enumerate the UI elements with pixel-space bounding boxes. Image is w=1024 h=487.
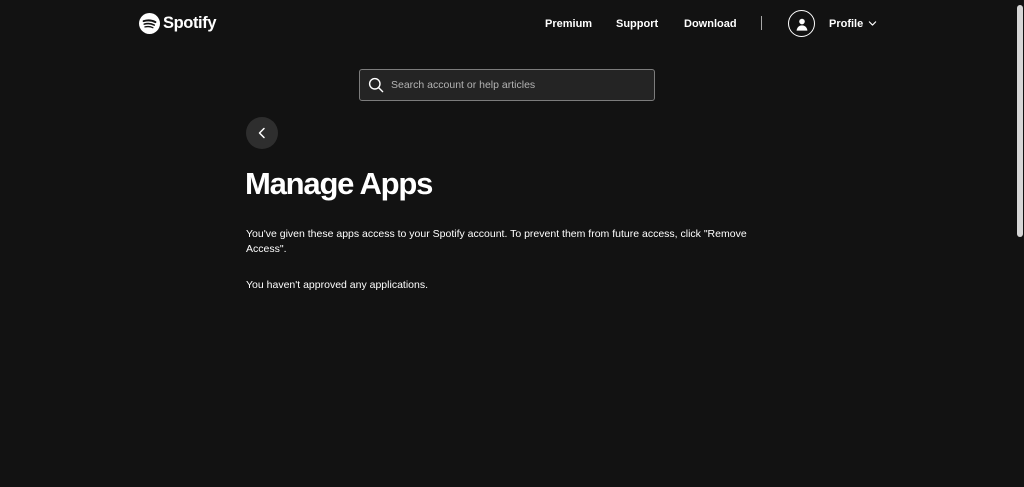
nav-premium-link[interactable]: Premium [545, 17, 592, 31]
search-icon [368, 77, 384, 93]
page: Spotify Premium Support Download Profile [0, 0, 1024, 487]
user-icon [796, 18, 807, 31]
scrollbar[interactable] [1015, 0, 1024, 487]
brand-name: Spotify [163, 14, 217, 32]
page-title: Manage Apps [245, 166, 433, 201]
chevron-down-icon [868, 21, 877, 26]
profile-label: Profile [829, 17, 864, 30]
nav-download-link[interactable]: Download [684, 17, 737, 31]
empty-state-message: You haven't approved any applications. [246, 279, 429, 291]
top-nav: Spotify Premium Support Download Profile [0, 0, 1015, 48]
page-description: You've given these apps access to your S… [246, 228, 747, 255]
chevron-left-icon [258, 127, 265, 139]
spotify-icon [139, 13, 160, 34]
avatar [788, 10, 815, 37]
back-button[interactable] [246, 117, 278, 149]
scrollbar-thumb[interactable] [1017, 5, 1023, 237]
search-input[interactable] [391, 70, 654, 100]
search-box[interactable] [359, 69, 655, 101]
nav-divider [761, 16, 762, 30]
profile-menu-button[interactable]: Profile [788, 10, 877, 37]
spotify-logo[interactable]: Spotify [139, 13, 217, 34]
nav-support-link[interactable]: Support [616, 17, 658, 31]
